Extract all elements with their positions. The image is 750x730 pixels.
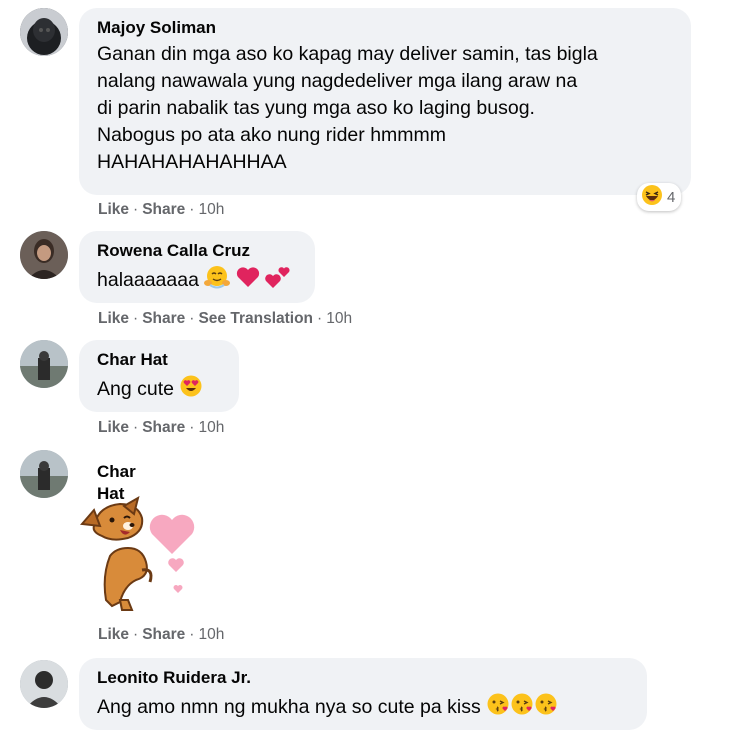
like-link[interactable]: Like: [98, 626, 129, 643]
kissing-face-icon: [534, 692, 558, 724]
share-link[interactable]: Share: [142, 310, 185, 327]
share-link[interactable]: Share: [142, 419, 185, 436]
comment-body: Ang cute: [97, 378, 174, 401]
comment-author[interactable]: Leonito Ruidera Jr.: [97, 667, 629, 689]
comment-author[interactable]: Majoy Soliman: [97, 17, 673, 39]
red-heart-icon: [236, 266, 260, 296]
comment-bubble: Leonito Ruidera Jr. Ang amo nmn ng mukha…: [79, 658, 647, 730]
comment-line: di parin nabalik tas yung mga aso ko lag…: [97, 97, 535, 119]
comment-line: Ganan din mga aso ko kapag may deliver s…: [97, 43, 598, 65]
hugging-face-icon: [204, 265, 231, 297]
avatar[interactable]: [20, 8, 68, 56]
haha-reaction-icon: [641, 184, 663, 210]
avatar[interactable]: [20, 231, 68, 279]
comment-bubble: Char Hat Ang cute: [79, 340, 239, 412]
heart-eyes-icon: [179, 374, 203, 406]
share-link[interactable]: Share: [142, 626, 185, 643]
comment-time[interactable]: 10h: [326, 310, 352, 327]
like-link[interactable]: Like: [98, 201, 129, 218]
comment-text: halaaaaaaa: [97, 265, 297, 297]
avatar[interactable]: [20, 340, 68, 388]
like-link[interactable]: Like: [98, 419, 129, 436]
two-hearts-icon: [265, 265, 291, 297]
share-link[interactable]: Share: [142, 201, 185, 218]
comment-text: Ang amo nmn ng mukha nya so cute pa kiss: [97, 692, 629, 724]
comment-actions: Like · Share · 10h: [98, 201, 225, 218]
like-link[interactable]: Like: [98, 310, 129, 327]
kissing-face-icon: [510, 692, 534, 724]
kissing-face-icon: [486, 692, 510, 724]
avatar[interactable]: [20, 660, 68, 708]
comment-bubble: Rowena Calla Cruz halaaaaaaa: [79, 231, 315, 303]
comment-body: Ang amo nmn ng mukha nya so cute pa kiss: [97, 696, 481, 719]
comment-bubble: Majoy Soliman Ganan din mga aso ko kapag…: [79, 8, 691, 195]
comment-line: HAHAHAHAHAHHAA: [97, 151, 287, 173]
reaction-summary[interactable]: 4: [637, 183, 682, 211]
see-translation-link[interactable]: See Translation: [198, 310, 313, 327]
comment-time[interactable]: 10h: [198, 419, 224, 436]
comment-body: halaaaaaaa: [97, 269, 199, 292]
comment-actions: Like · Share · See Translation · 10h: [98, 310, 353, 327]
comment-text: Ang cute: [97, 374, 221, 406]
avatar[interactable]: [20, 450, 68, 498]
dog-hearts-sticker[interactable]: [80, 495, 205, 619]
comment-author[interactable]: Rowena Calla Cruz: [97, 240, 297, 262]
comment-author[interactable]: Char Hat: [97, 349, 221, 371]
comment-line: nalang nawawala yung nagdedeliver mga il…: [97, 70, 578, 92]
comment-line: Nabogus po ata ako nung rider hmmmm: [97, 124, 447, 146]
comment-time[interactable]: 10h: [198, 626, 224, 643]
reaction-count: 4: [667, 188, 676, 206]
comment-actions: Like · Share · 10h: [98, 626, 225, 643]
comment-text: Ganan din mga aso ko kapag may deliver s…: [97, 41, 673, 176]
comment-time[interactable]: 10h: [198, 201, 224, 218]
comment-actions: Like · Share · 10h: [98, 419, 225, 436]
